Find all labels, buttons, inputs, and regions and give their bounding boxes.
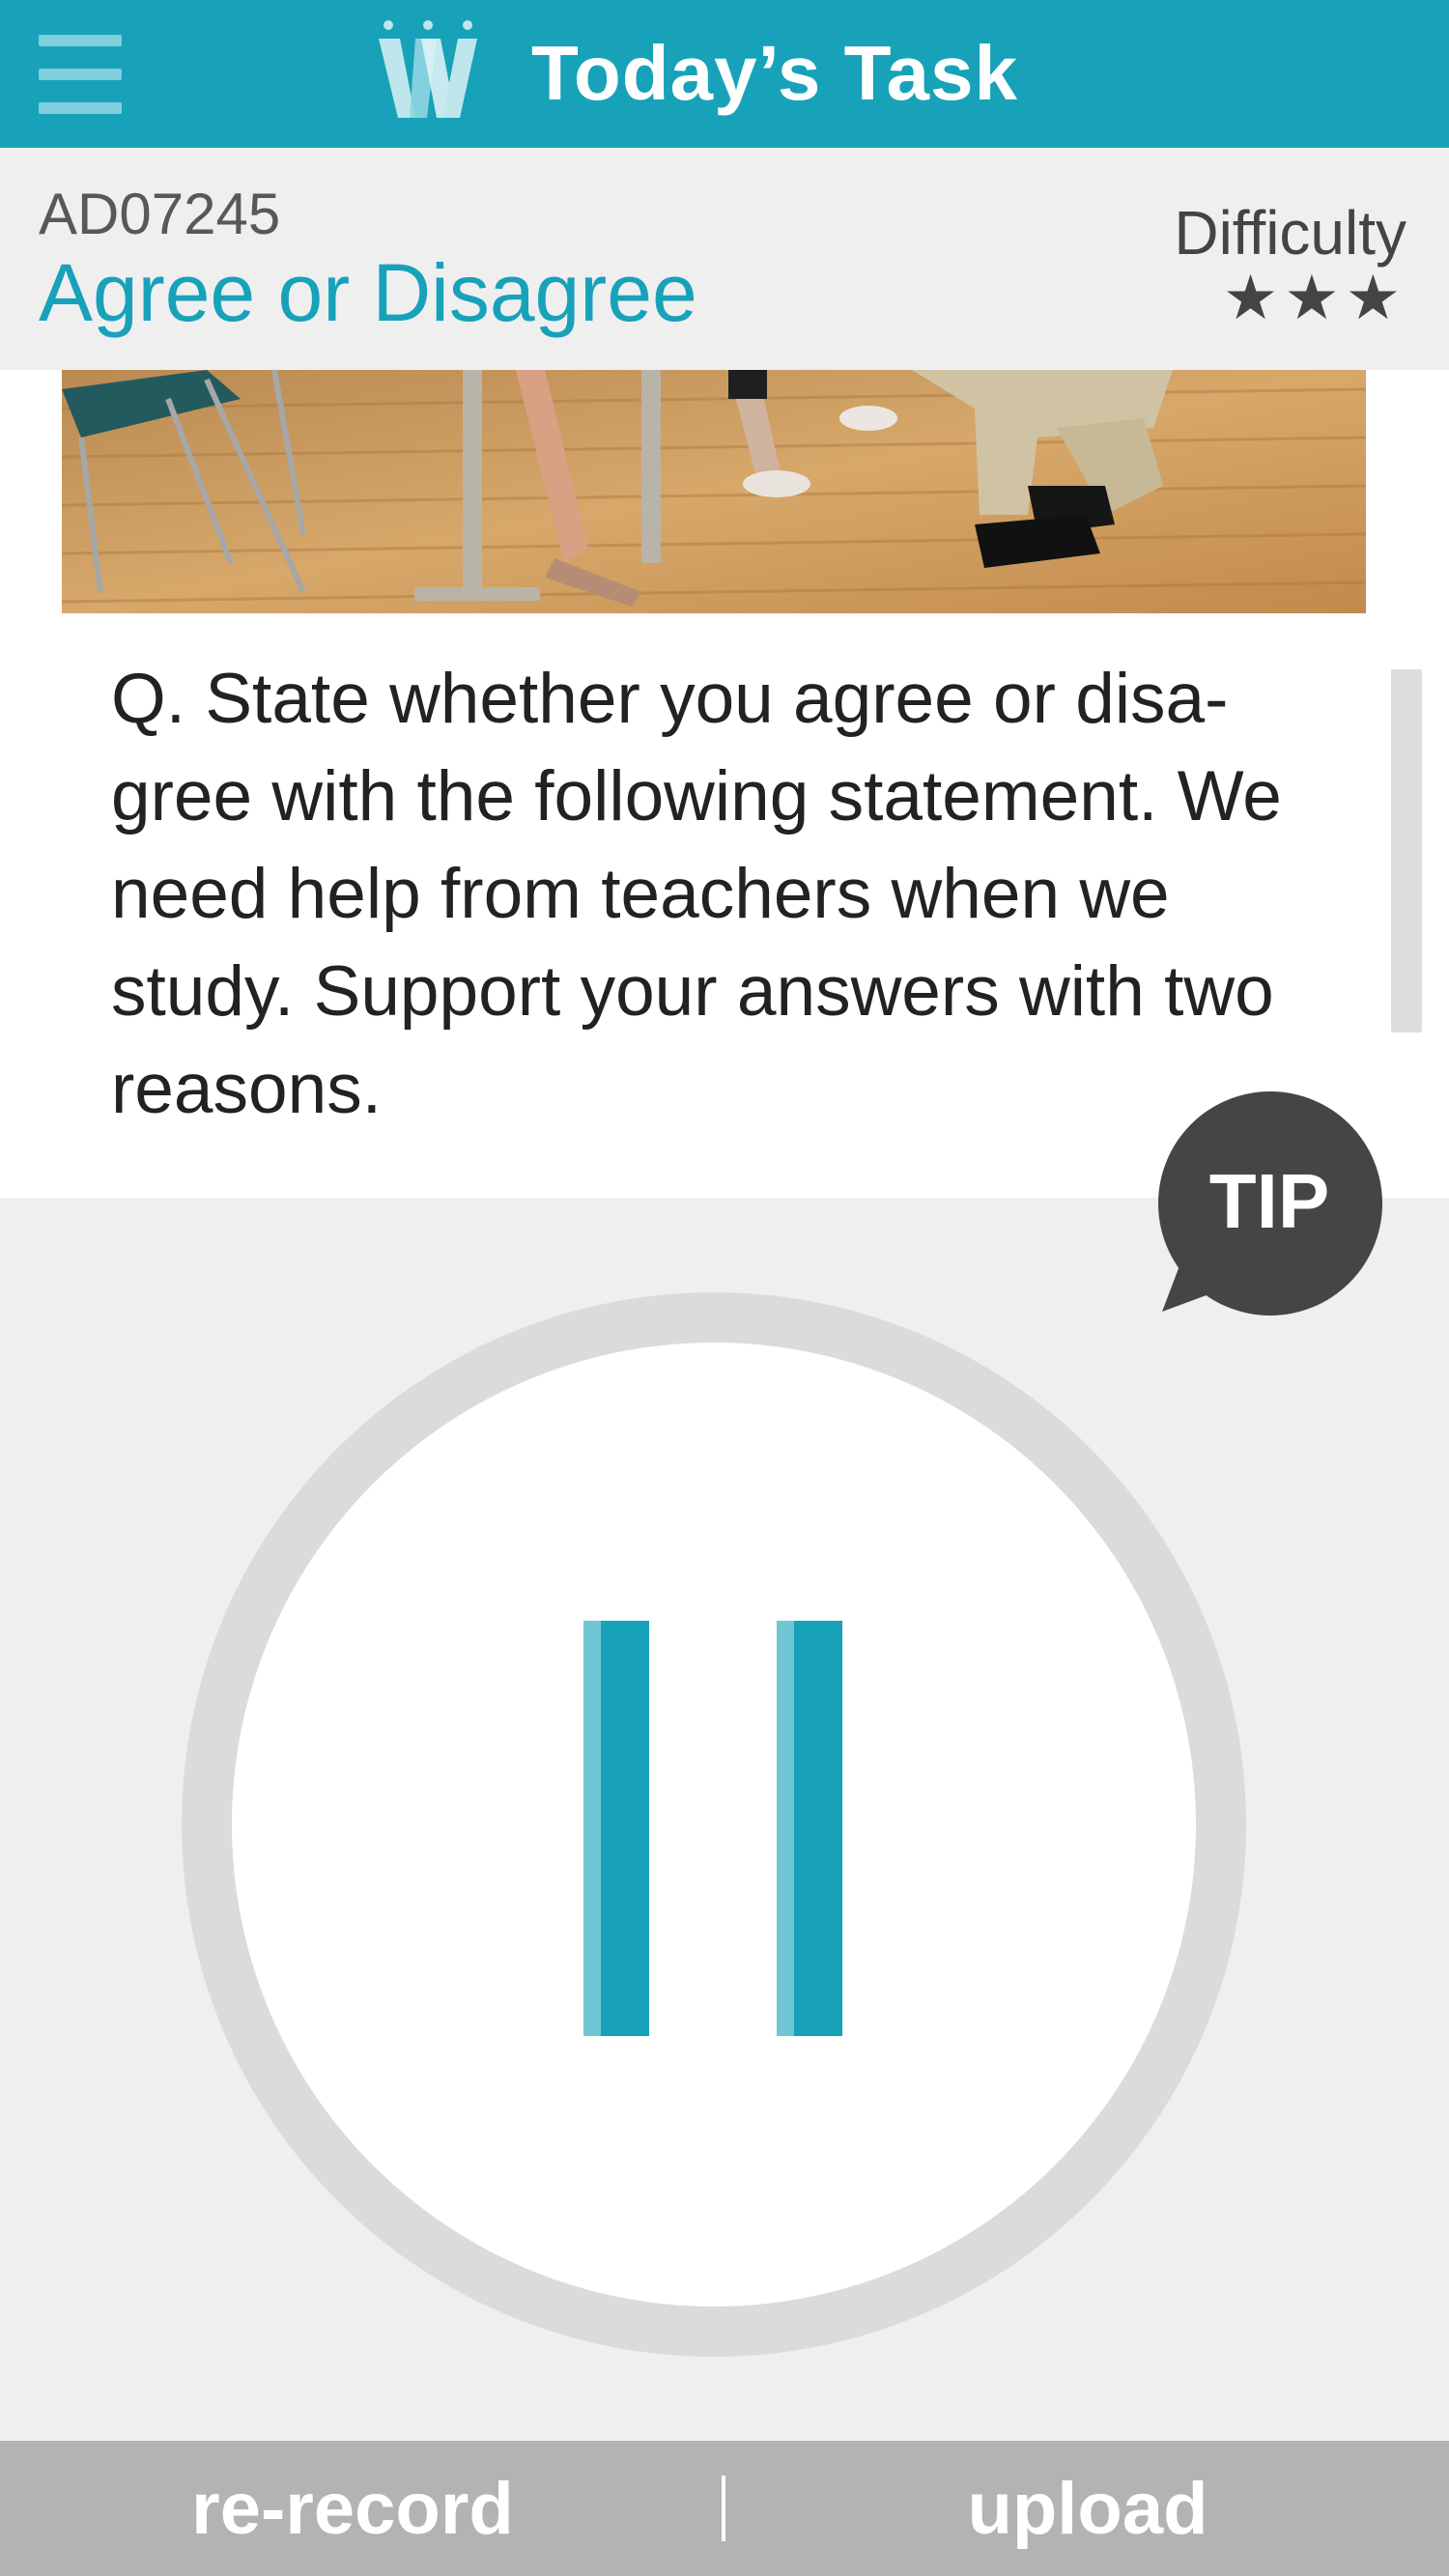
tip-button[interactable]: TIP	[1154, 1091, 1386, 1323]
task-title: Agree or Disagree	[39, 247, 697, 338]
classroom-photo	[62, 370, 1366, 613]
hamburger-icon[interactable]	[39, 35, 122, 114]
pause-icon[interactable]	[777, 1621, 842, 2036]
difficulty-stars: ★★★	[1222, 263, 1406, 334]
w-logo-icon	[379, 20, 477, 118]
bottom-action-bar: re-record upload	[0, 2441, 1449, 2576]
record-control-face	[232, 1343, 1196, 2307]
scrollbar[interactable]	[1391, 669, 1422, 1033]
question-card: Q. State whether you agree or disa-gree …	[0, 370, 1449, 1198]
record-control[interactable]	[182, 1292, 1246, 2357]
divider	[722, 2476, 725, 2541]
upload-button[interactable]: upload	[726, 2441, 1449, 2576]
top-app-bar: Today’s Task	[0, 0, 1449, 148]
tip-label: TIP	[1208, 1158, 1330, 1244]
task-header: AD07245 Agree or Disagree Difficulty ★★★	[0, 148, 1449, 370]
question-text: Q. State whether you agree or disa-gree …	[111, 660, 1282, 1128]
task-code: AD07245	[39, 182, 281, 246]
page-title: Today’s Task	[531, 30, 1019, 116]
rerecord-button[interactable]: re-record	[0, 2441, 705, 2576]
difficulty-label: Difficulty	[1174, 198, 1406, 268]
pause-icon[interactable]	[583, 1621, 649, 2036]
